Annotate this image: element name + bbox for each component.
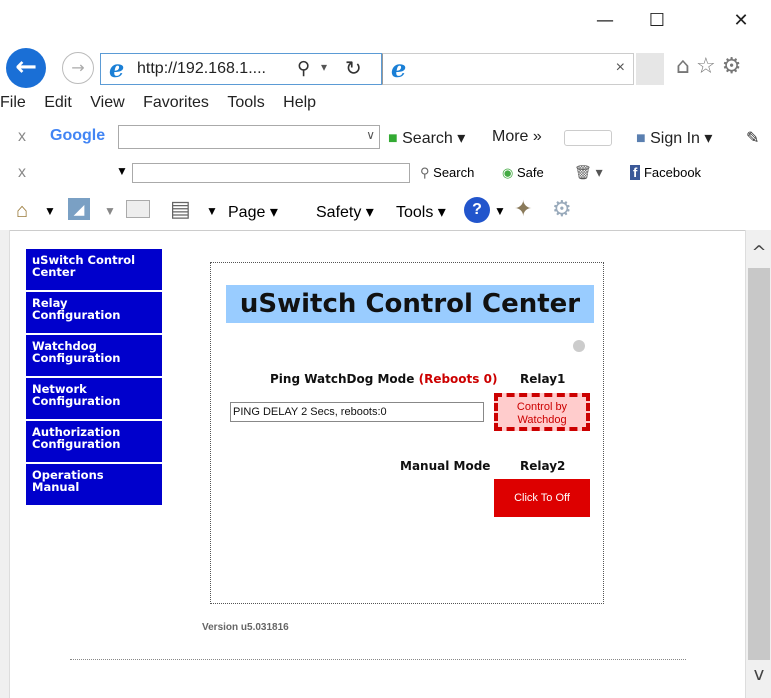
toolbar2-close[interactable]: x — [18, 164, 26, 182]
minimize-button[interactable]: — — [582, 6, 628, 36]
nav-item-control-center[interactable]: uSwitch Control Center — [26, 249, 162, 291]
google-signin-button[interactable]: ■ Sign In ▾ — [636, 128, 712, 148]
maximize-button[interactable]: ☐ — [634, 6, 680, 36]
nav-item-label: Center — [32, 265, 76, 279]
magnifier-icon: ⚲ — [420, 165, 430, 180]
scrollbar-thumb[interactable] — [748, 268, 770, 660]
nav-item-authorization-configuration[interactable]: Authorization Configuration — [26, 421, 162, 463]
nav-item-label: Configuration — [32, 351, 121, 365]
menu-view[interactable]: View — [90, 94, 124, 111]
relay2-button[interactable]: Click To Off — [494, 479, 590, 517]
nav-item-label: Manual — [32, 480, 80, 494]
toolbar2-safe-button[interactable]: ◉ Safe — [502, 165, 544, 181]
user-icon: ■ — [636, 130, 646, 147]
menu-help[interactable]: Help — [283, 94, 316, 111]
dropdown-icon[interactable]: ▾ — [321, 60, 327, 74]
facebook-icon: f — [630, 165, 641, 180]
home-dropdown-icon[interactable]: ▼ — [44, 204, 56, 218]
google-toolbar-close[interactable]: x — [18, 128, 26, 146]
search-icon[interactable]: ⚲ — [297, 58, 310, 79]
menu-bar: File Edit View Favorites Tools Help — [0, 94, 318, 118]
page-title: uSwitch Control Center — [226, 285, 594, 323]
wrench-icon[interactable]: ✎ — [746, 128, 759, 148]
rss-dropdown-icon[interactable]: ▼ — [104, 204, 116, 218]
nav-item-operations-manual[interactable]: Operations Manual — [26, 464, 162, 506]
forward-arrow-icon: → — [71, 58, 85, 77]
plus-one-button[interactable] — [564, 130, 612, 146]
print-icon[interactable]: ▤ — [170, 196, 191, 222]
manual-mode-label: Manual Mode — [400, 459, 491, 473]
tools-menu-button[interactable]: Tools ▾ — [396, 202, 446, 222]
safety-menu-button[interactable]: Safety ▾ — [316, 202, 374, 222]
google-logo: Google — [50, 127, 106, 144]
research-icon[interactable]: ✦ — [514, 196, 532, 222]
tab-ie-icon: e — [391, 54, 407, 83]
menu-edit[interactable]: Edit — [44, 94, 72, 111]
ping-mode-label: Ping WatchDog Mode (Reboots 0) — [270, 372, 498, 386]
new-tab-button[interactable] — [636, 53, 664, 85]
status-indicator-dot — [573, 340, 585, 352]
close-window-button[interactable]: ✕ — [718, 6, 764, 36]
shield-icon: ◉ — [502, 165, 514, 180]
nav-item-label: Configuration — [32, 308, 121, 322]
address-bar[interactable]: e http://192.168.1.... ⚲ ▾ ↻ — [100, 53, 382, 85]
menu-file[interactable]: File — [0, 94, 26, 111]
tab-close-icon[interactable]: × — [616, 59, 625, 77]
watchdog-status-field[interactable]: PING DELAY 2 Secs, reboots:0 — [230, 402, 484, 422]
forward-button[interactable]: → — [62, 52, 94, 84]
content-left-edge — [0, 230, 10, 698]
version-label: Version u5.031816 — [202, 622, 289, 633]
nav-item-label: Configuration — [32, 437, 121, 451]
nav-item-watchdog-configuration[interactable]: Watchdog Configuration — [26, 335, 162, 377]
back-arrow-icon: ← — [15, 52, 37, 82]
footer-divider — [70, 659, 686, 660]
toolbar2-facebook-button[interactable]: f Facebook — [630, 165, 701, 180]
relay1-button-label: Control by — [516, 401, 568, 413]
menu-tools[interactable]: Tools — [227, 94, 264, 111]
gear-icon[interactable]: ⚙ — [552, 196, 572, 222]
scroll-up-icon[interactable]: ^ — [748, 242, 770, 266]
relay1-button[interactable]: Control by Watchdog — [494, 393, 590, 431]
google-search-input[interactable]: ∨ — [118, 125, 380, 149]
chevron-down-icon[interactable]: ∨ — [366, 128, 375, 142]
toolbar2-search-button[interactable]: ⚲ Search — [420, 165, 474, 181]
help-dropdown-icon[interactable]: ▼ — [494, 204, 506, 218]
print-dropdown-icon[interactable]: ▼ — [206, 204, 218, 218]
nav-item-network-configuration[interactable]: Network Configuration — [26, 378, 162, 420]
rss-feed-icon[interactable]: ◢ — [68, 198, 90, 220]
nav-item-label: Configuration — [32, 394, 121, 408]
nav-item-relay-configuration[interactable]: Relay Configuration — [26, 292, 162, 334]
menu-favorites[interactable]: Favorites — [143, 94, 209, 111]
favorites-star-icon[interactable]: ☆ — [696, 54, 722, 79]
google-search-icon: ■ — [388, 130, 398, 147]
google-search-button[interactable]: ■ Search ▾ — [388, 128, 465, 148]
home-page-icon[interactable]: ⌂ — [16, 200, 28, 223]
relay1-label: Relay1 — [520, 372, 566, 386]
trash-icon[interactable]: 🗑 ▾ — [574, 164, 603, 181]
google-more-button[interactable]: More » — [492, 128, 542, 146]
help-icon[interactable]: ? — [464, 197, 490, 223]
toolbar2-search-input[interactable] — [132, 163, 410, 183]
settings-gear-icon[interactable]: ⚙ — [722, 54, 748, 79]
refresh-icon[interactable]: ↻ — [345, 56, 362, 80]
ie-logo-icon: e — [109, 54, 125, 83]
scroll-down-icon[interactable]: v — [748, 664, 770, 688]
browser-right-icons: ⌂☆⚙ — [676, 54, 747, 79]
browser-tab[interactable]: e × — [382, 53, 634, 85]
toolbar2-dropdown-icon[interactable]: ▼ — [116, 164, 128, 178]
relay1-button-label: Watchdog — [517, 414, 567, 426]
relay2-label: Relay2 — [520, 459, 566, 473]
mail-icon[interactable] — [126, 200, 150, 218]
address-url: http://192.168.1.... — [137, 60, 266, 77]
home-icon[interactable]: ⌂ — [676, 54, 696, 79]
back-button[interactable]: ← — [6, 48, 46, 88]
page-menu-button[interactable]: Page ▾ — [228, 202, 278, 222]
reboots-count: (Reboots 0) — [418, 372, 498, 386]
